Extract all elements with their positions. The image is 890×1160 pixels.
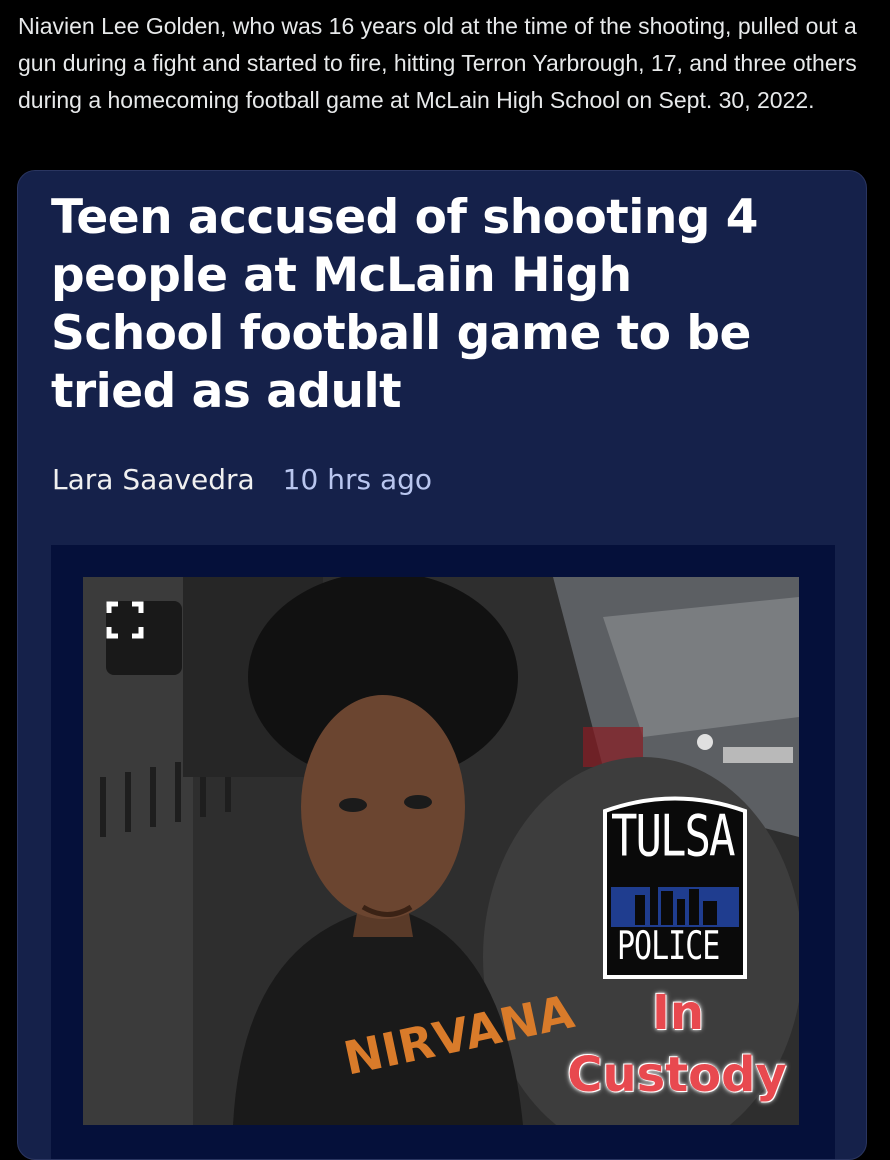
post-text: Niavien Lee Golden, who was 16 years old… <box>18 13 857 113</box>
article-photo[interactable]: NIRVANA TULSA POLICE In Custody <box>83 577 799 1125</box>
expand-icon <box>106 601 144 639</box>
overlay-in-text: In <box>651 985 705 1041</box>
timestamp: 10 hrs ago <box>282 463 433 496</box>
byline: Lara Saavedra 10 hrs ago <box>52 463 432 496</box>
badge-bottom-text: POLICE <box>617 923 720 970</box>
news-card[interactable]: Teen accused of shooting 4 people at McL… <box>17 170 867 1160</box>
author-name: Lara Saavedra <box>52 463 255 496</box>
media-frame: NIRVANA TULSA POLICE In Custody <box>51 545 835 1159</box>
article-headline[interactable]: Teen accused of shooting 4 people at McL… <box>51 189 811 421</box>
expand-button[interactable] <box>106 601 182 675</box>
badge-top-text: TULSA <box>611 803 735 870</box>
overlay-custody-text: Custody <box>567 1047 787 1103</box>
